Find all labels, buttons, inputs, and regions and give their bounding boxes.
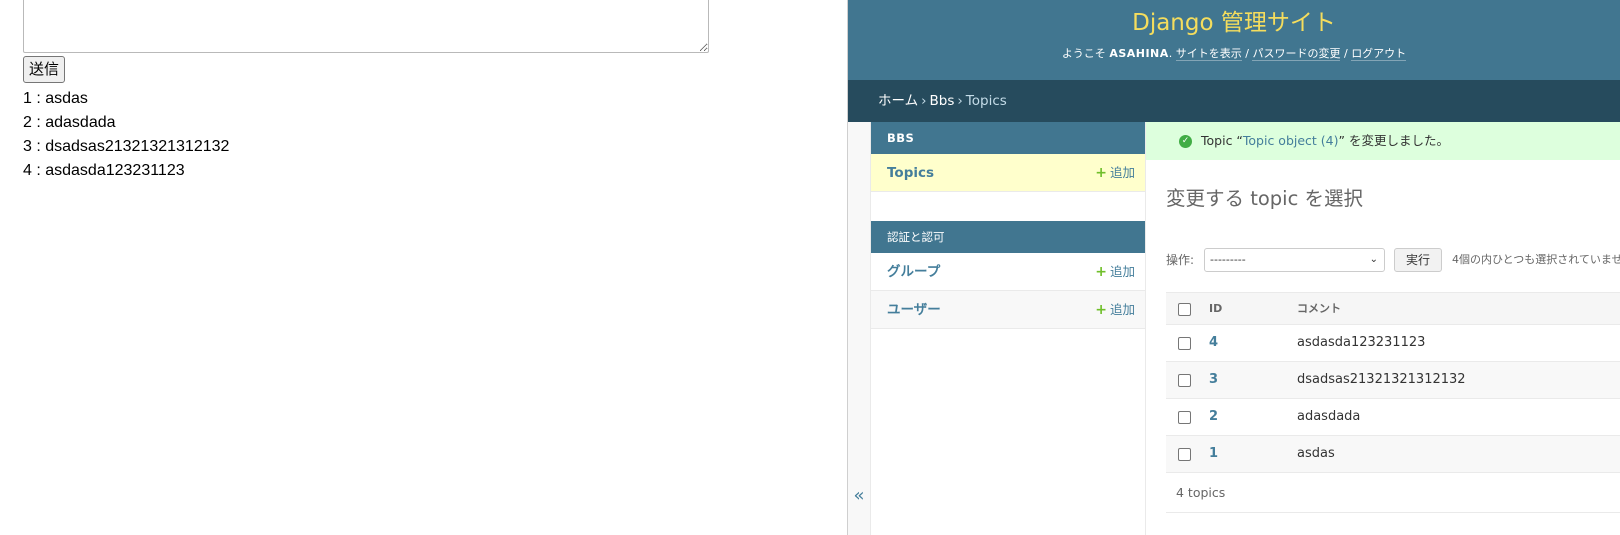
table-header: ID コメント	[1166, 292, 1620, 325]
add-group-link[interactable]: + 追加	[1095, 253, 1135, 291]
app-module-bbs: BBS Topics + 追加	[871, 122, 1145, 192]
list-item: 4 : asdasda123231123	[23, 162, 185, 179]
table-row: 2 adasdada	[1166, 399, 1620, 436]
row-comment: asdasda123231123	[1297, 335, 1426, 350]
sidebar-item-topics: Topics + 追加	[871, 154, 1145, 192]
row-checkbox[interactable]	[1178, 448, 1191, 461]
app-caption-auth[interactable]: 認証と認可	[871, 221, 1145, 253]
chevron-down-icon: ⌄	[1369, 254, 1378, 265]
result-list: ID コメント 4 asdasda123231123 3 dsadsas2132…	[1166, 292, 1620, 513]
message-object-link[interactable]: Topic object (4)	[1243, 133, 1339, 148]
nav-sidebar: « BBS Topics + 追加 認証と認可 グループ + 追加 ユーザー + 追加	[848, 122, 1146, 535]
add-topic-link[interactable]: + 追加	[1095, 154, 1135, 192]
message-prefix: Topic “	[1201, 133, 1243, 148]
go-button[interactable]: 実行	[1394, 248, 1442, 272]
view-site-link[interactable]: サイトを表示	[1175, 47, 1242, 61]
sidebar-item-users-link[interactable]: ユーザー	[887, 291, 941, 329]
plus-icon: +	[1095, 302, 1107, 318]
select-all-checkbox[interactable]	[1178, 303, 1191, 316]
logout-link[interactable]: ログアウト	[1351, 47, 1407, 61]
comment-textarea[interactable]	[23, 0, 709, 53]
plus-icon: +	[1095, 165, 1107, 181]
add-label: 追加	[1109, 302, 1135, 317]
welcome-text: ようこそ	[1061, 47, 1106, 60]
breadcrumb: ホーム › Bbs › Topics	[848, 80, 1620, 122]
toggle-sidebar-button[interactable]: «	[848, 122, 871, 535]
action-label: 操作:	[1166, 253, 1195, 267]
list-item: 1 : asdas	[23, 90, 88, 107]
sidebar-item-users: ユーザー + 追加	[871, 291, 1145, 329]
action-select[interactable]: --------- ⌄	[1204, 248, 1385, 272]
breadcrumb-separator: ›	[957, 93, 963, 109]
table-row: 1 asdas	[1166, 436, 1620, 473]
django-admin: Django 管理サイト ようこそ ASAHINA. サイトを表示 / パスワー…	[848, 0, 1620, 535]
list-item: 2 : adasdada	[23, 114, 116, 131]
row-comment: adasdada	[1297, 409, 1361, 424]
sidebar-item-groups: グループ + 追加	[871, 253, 1145, 291]
site-title[interactable]: Django 管理サイト	[848, 8, 1620, 38]
content: ✓ Topic “Topic object (4)” を変更しました。 変更する…	[1146, 122, 1620, 535]
check-circle-icon: ✓	[1179, 135, 1192, 148]
row-id-link[interactable]: 4	[1209, 325, 1218, 361]
collapse-icon: «	[853, 485, 865, 506]
row-comment: dsadsas21321321312132	[1297, 372, 1466, 387]
user-tools: ようこそ ASAHINA. サイトを表示 / パスワードの変更 / ログアウト	[1061, 47, 1407, 61]
column-header-comment[interactable]: コメント	[1297, 293, 1341, 324]
add-label: 追加	[1109, 264, 1135, 279]
row-id-link[interactable]: 1	[1209, 436, 1218, 472]
breadcrumb-app[interactable]: Bbs	[930, 93, 955, 109]
page-title: 変更する topic を選択	[1166, 187, 1363, 210]
post-list: 1 : asdas 2 : adasdada 3 : dsadsas213213…	[23, 87, 229, 183]
sidebar-item-groups-link[interactable]: グループ	[887, 253, 940, 291]
breadcrumb-current: Topics	[965, 93, 1007, 109]
submit-button[interactable]: 送信	[23, 56, 66, 83]
action-counter: 4個の内ひとつも選択されていませ	[1452, 253, 1620, 266]
message-suffix: ” を変更しました。	[1338, 133, 1449, 148]
username: ASAHINA	[1109, 47, 1169, 60]
table-row: 3 dsadsas21321321312132	[1166, 362, 1620, 399]
paginator: 4 topics	[1166, 473, 1620, 513]
breadcrumb-home[interactable]: ホーム	[878, 93, 918, 109]
admin-header: Django 管理サイト ようこそ ASAHINA. サイトを表示 / パスワー…	[848, 0, 1620, 80]
row-id-link[interactable]: 2	[1209, 399, 1218, 435]
add-label: 追加	[1109, 165, 1135, 180]
action-select-value: ---------	[1210, 253, 1246, 266]
add-user-link[interactable]: + 追加	[1095, 291, 1135, 329]
row-checkbox[interactable]	[1178, 411, 1191, 424]
change-password-link[interactable]: パスワードの変更	[1252, 47, 1341, 61]
app-module-auth: 認証と認可 グループ + 追加 ユーザー + 追加	[871, 221, 1145, 329]
app-caption-bbs[interactable]: BBS	[871, 122, 1145, 154]
row-checkbox[interactable]	[1178, 374, 1191, 387]
actions-bar: 操作: --------- ⌄ 実行 4個の内ひとつも選択されていませ	[1166, 248, 1620, 272]
row-id-link[interactable]: 3	[1209, 362, 1218, 398]
message-text: Topic “Topic object (4)” を変更しました。	[1201, 122, 1449, 160]
table-row: 4 asdasda123231123	[1166, 325, 1620, 362]
success-message: ✓ Topic “Topic object (4)” を変更しました。	[1146, 122, 1620, 160]
list-item: 3 : dsadsas21321321312132	[23, 138, 230, 155]
breadcrumb-separator: ›	[921, 93, 927, 109]
row-checkbox[interactable]	[1178, 337, 1191, 350]
sidebar-item-topics-link[interactable]: Topics	[887, 154, 934, 192]
bbs-page: 送信 1 : asdas 2 : adasdada 3 : dsadsas213…	[0, 0, 847, 535]
plus-icon: +	[1095, 264, 1107, 280]
row-comment: asdas	[1297, 446, 1335, 461]
column-header-id[interactable]: ID	[1209, 293, 1222, 324]
